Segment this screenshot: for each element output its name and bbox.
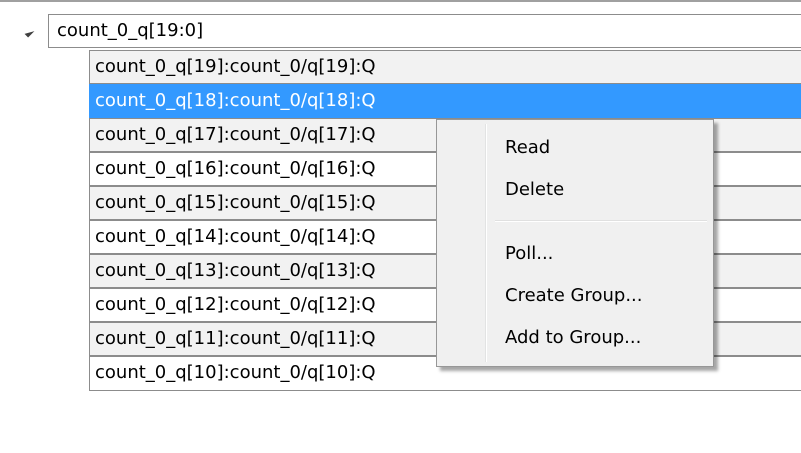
- context-menu: Read Delete Poll... Create Group... Add …: [436, 119, 714, 367]
- menu-item-poll[interactable]: Poll...: [439, 237, 711, 271]
- tree-item-row[interactable]: count_0_q[19]:count_0/q[19]:Q: [89, 50, 801, 84]
- tree-group-label[interactable]: count_0_q[19:0]: [48, 14, 801, 48]
- menu-item-create-group[interactable]: Create Group...: [439, 279, 711, 313]
- menu-item-delete[interactable]: Delete: [439, 173, 711, 207]
- tree-item-row-selected[interactable]: count_0_q[18]:count_0/q[18]:Q: [89, 84, 801, 118]
- menu-item-read[interactable]: Read: [439, 131, 711, 165]
- menu-item-add-to-group[interactable]: Add to Group...: [439, 321, 711, 355]
- menu-separator: [495, 220, 707, 222]
- tree-group-row[interactable]: count_0_q[19:0]: [0, 14, 801, 50]
- expand-triangle-icon[interactable]: [24, 27, 35, 38]
- signal-tree: count_0_q[19:0] count_0_q[19]:count_0/q[…: [0, 0, 801, 453]
